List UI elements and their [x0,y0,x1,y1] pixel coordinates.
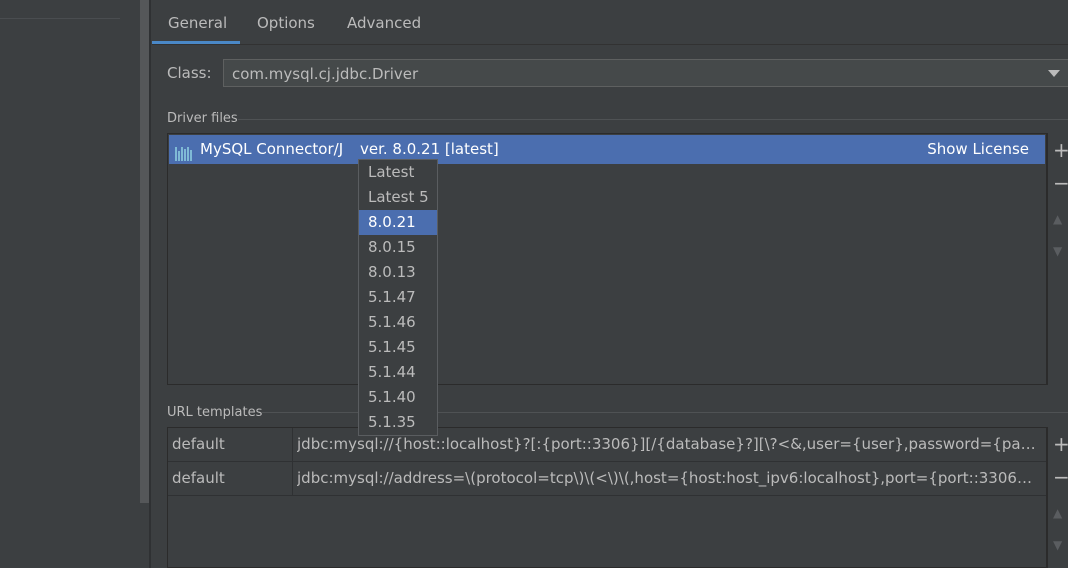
add-icon[interactable]: + [1053,434,1068,454]
class-value: com.mysql.cj.jdbc.Driver [232,65,419,83]
dropdown-option[interactable]: Latest 5 [359,185,437,210]
url-templates-table: default jdbc:mysql://{host::localhost}?[… [167,427,1047,568]
dropdown-option[interactable]: 5.1.47 [359,285,437,310]
driver-files-separator [238,119,1068,120]
version-dropdown: Latest Latest 5 8.0.21 8.0.15 8.0.13 5.1… [358,159,438,436]
url-templates-toolbar: + − ▲ ▼ [1047,427,1068,568]
table-row[interactable]: default jdbc:mysql://address=\(protocol=… [168,462,1046,496]
active-tab-indicator [152,41,240,44]
add-icon[interactable]: + [1053,140,1068,160]
library-icon [175,143,193,161]
url-template-name[interactable]: default [172,435,225,453]
left-pane-divider [0,18,120,19]
tab-options[interactable]: Options [257,14,315,44]
driver-file-row[interactable]: MySQL Connector/J ver. 8.0.21 [latest] S… [169,135,1045,164]
tab-general[interactable]: General [168,14,227,44]
dropdown-option[interactable]: Latest [359,160,437,185]
chevron-down-icon[interactable] [1048,70,1060,77]
url-template-value[interactable]: jdbc:mysql://{host::localhost}?[:{port::… [297,435,1041,453]
remove-icon[interactable]: − [1053,467,1068,487]
dropdown-option[interactable]: 5.1.35 [359,410,437,435]
dropdown-option[interactable]: 5.1.46 [359,310,437,335]
column-separator [292,428,293,461]
tab-bar: General Options Advanced [152,0,1068,45]
pane-splitter-lower [140,503,149,568]
move-down-icon[interactable]: ▼ [1053,241,1062,261]
dropdown-option-selected[interactable]: 8.0.21 [359,210,437,235]
dropdown-option[interactable]: 5.1.44 [359,360,437,385]
pane-border [149,0,151,568]
driver-files-toolbar: + − ▲ ▼ [1047,133,1068,385]
left-navigation-pane [0,0,140,568]
table-row[interactable]: default jdbc:mysql://{host::localhost}?[… [168,428,1046,462]
show-license-link[interactable]: Show License [927,140,1029,158]
url-templates-title: URL templates [167,405,263,420]
class-label: Class: [167,64,212,82]
move-down-icon[interactable]: ▼ [1053,535,1062,555]
driver-version-selector[interactable]: ver. 8.0.21 [latest] [360,140,499,158]
dropdown-option[interactable]: 8.0.13 [359,260,437,285]
url-template-value[interactable]: jdbc:mysql://address=\(protocol=tcp\)\(<… [297,469,1041,487]
move-up-icon[interactable]: ▲ [1053,503,1062,523]
driver-files-list: MySQL Connector/J ver. 8.0.21 [latest] S… [167,133,1047,385]
pane-splitter[interactable] [140,0,149,503]
driver-files-title: Driver files [167,111,238,126]
driver-file-name: MySQL Connector/J [200,140,344,158]
dropdown-option[interactable]: 5.1.45 [359,335,437,360]
move-up-icon[interactable]: ▲ [1053,209,1062,229]
remove-icon[interactable]: − [1053,173,1068,193]
url-template-name[interactable]: default [172,469,225,487]
class-combobox[interactable]: com.mysql.cj.jdbc.Driver [223,59,1068,87]
column-separator [292,462,293,495]
tab-advanced[interactable]: Advanced [347,14,421,44]
dropdown-option[interactable]: 8.0.15 [359,235,437,260]
dropdown-option[interactable]: 5.1.40 [359,385,437,410]
